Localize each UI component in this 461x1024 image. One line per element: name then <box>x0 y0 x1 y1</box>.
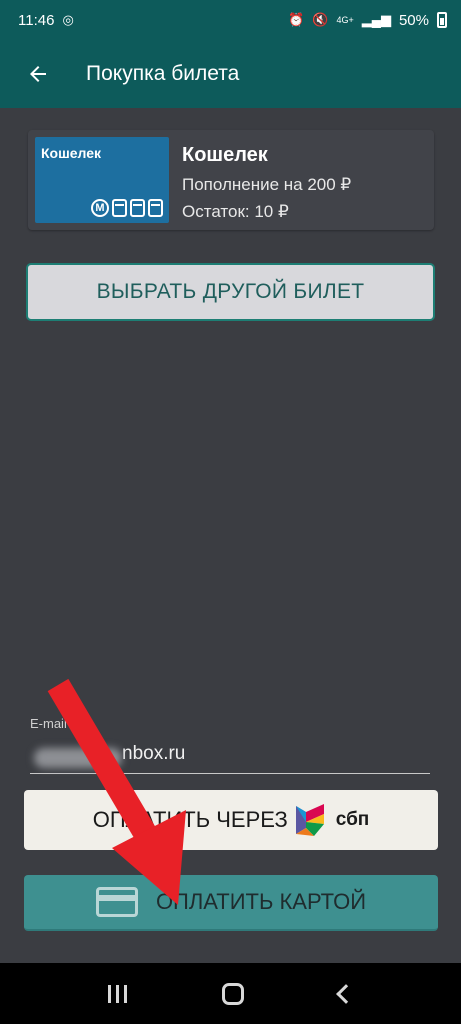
status-left: 11:46 ◎ <box>18 12 74 29</box>
arrow-left-icon[interactable] <box>10 46 66 102</box>
ticket-image-label: Кошелек <box>41 145 102 161</box>
battery-icon <box>437 12 447 28</box>
status-right: ⏰ 🔇 4G+ ▂▄▆ 50% <box>288 12 447 29</box>
ticket-topup: Пополнение на 200 ₽ <box>182 175 352 194</box>
transport-icons: M <box>91 199 163 217</box>
email-redaction <box>34 748 122 768</box>
mute-icon: 🔇 <box>312 12 329 27</box>
home-icon[interactable] <box>221 982 244 1005</box>
trolleybus-icon <box>112 199 127 217</box>
pay-card-button[interactable]: ОПЛАТИТЬ КАРТОЙ <box>24 875 438 931</box>
network-type: 4G+ <box>336 15 354 25</box>
ticket-image: Кошелек M <box>35 137 169 223</box>
ticket-title: Кошелек <box>182 144 268 166</box>
bus-icon <box>148 199 163 217</box>
app-bar: Покупка билета <box>0 40 461 108</box>
pay-sbp-label: ОПЛАТИТЬ ЧЕРЕЗ <box>92 807 288 832</box>
tram-icon <box>130 199 145 217</box>
watermark <box>300 130 390 890</box>
pay-sbp-button[interactable]: ОПЛАТИТЬ ЧЕРЕЗ сбп <box>24 790 438 850</box>
alarm-icon: ⏰ <box>288 12 305 27</box>
ticket-card[interactable]: Кошелек M Кошелек Пополнение на 200 ₽ Ос… <box>28 130 434 230</box>
choose-other-ticket-button[interactable]: ВЫБРАТЬ ДРУГОЙ БИЛЕТ <box>26 263 435 321</box>
ticket-balance: Остаток: 10 ₽ <box>182 202 289 221</box>
status-bar: 11:46 ◎ ⏰ 🔇 4G+ ▂▄▆ 50% <box>0 0 461 40</box>
page-title: Покупка билета <box>86 62 240 85</box>
battery-percent: 50% <box>398 11 429 29</box>
email-label: E-mail <box>30 716 67 731</box>
sbp-logo-text: сбп <box>335 809 370 830</box>
recent-apps-icon[interactable] <box>107 984 127 1003</box>
pay-card-label: ОПЛАТИТЬ КАРТОЙ <box>155 889 367 914</box>
signal-icon: ▂▄▆ <box>361 12 391 27</box>
whatsapp-icon: ◎ <box>62 12 74 27</box>
sbp-logo-icon <box>294 802 328 838</box>
system-nav-bar <box>0 963 461 1024</box>
credit-card-icon <box>95 887 138 917</box>
status-time: 11:46 <box>18 11 55 29</box>
back-nav-icon[interactable] <box>336 983 357 1004</box>
metro-icon: M <box>91 199 109 217</box>
